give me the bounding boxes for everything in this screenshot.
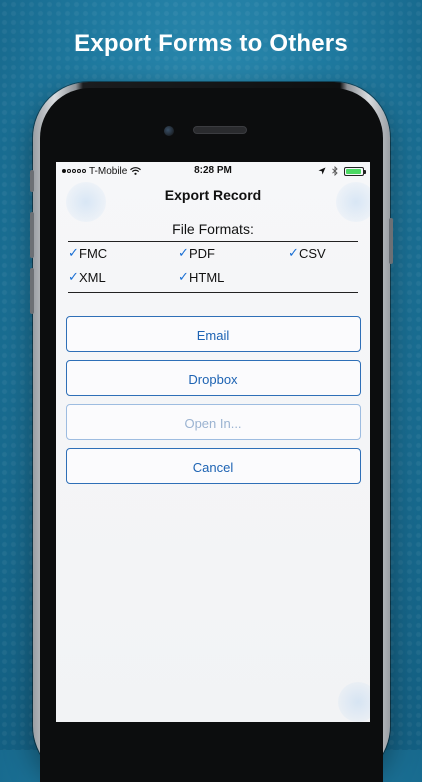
divider-top xyxy=(68,241,358,242)
format-checkbox-fmc[interactable]: ✓ FMC xyxy=(68,245,178,261)
format-label: HTML xyxy=(189,269,225,285)
battery-icon xyxy=(344,166,366,176)
format-label: PDF xyxy=(189,245,215,261)
checkmark-icon: ✓ xyxy=(68,269,79,284)
format-checkbox-xml[interactable]: ✓ XML xyxy=(68,269,178,285)
power-button xyxy=(389,218,393,264)
status-time: 8:28 PM xyxy=(194,165,232,176)
headline: Export Forms to Others xyxy=(74,30,348,57)
format-checkbox-csv[interactable]: ✓ CSV xyxy=(288,245,358,261)
format-label: XML xyxy=(79,269,106,285)
status-bar: T-Mobile 8:28 PM xyxy=(56,162,370,180)
volume-up-button xyxy=(30,212,34,258)
page-title: Export Record xyxy=(164,187,262,203)
file-formats-group: ✓ FMC ✓ PDF ✓ CSV ✓ XML ✓ HTML xyxy=(68,245,358,285)
format-checkbox-html[interactable]: ✓ HTML xyxy=(178,269,288,285)
volume-down-button xyxy=(30,268,34,314)
app-screen: T-Mobile 8:28 PM Export Record File Form… xyxy=(56,162,370,722)
format-checkbox-pdf[interactable]: ✓ PDF xyxy=(178,245,288,261)
earpiece-speaker xyxy=(193,126,247,134)
mute-switch xyxy=(30,170,34,192)
checkmark-icon: ✓ xyxy=(68,245,79,260)
format-label: FMC xyxy=(79,245,108,261)
dropbox-button[interactable]: Dropbox xyxy=(65,360,361,396)
cancel-button[interactable]: Cancel xyxy=(65,448,361,484)
screen-glow xyxy=(338,682,370,722)
divider-bottom xyxy=(68,292,358,293)
checkmark-icon: ✓ xyxy=(178,245,189,260)
checkmark-icon: ✓ xyxy=(178,269,189,284)
open-in-button[interactable]: Open In... xyxy=(65,404,361,440)
front-camera xyxy=(164,126,174,136)
format-label: CSV xyxy=(299,245,326,261)
email-button[interactable]: Email xyxy=(65,316,361,352)
file-formats-label: File Formats: xyxy=(172,221,254,237)
checkmark-icon: ✓ xyxy=(288,245,299,260)
